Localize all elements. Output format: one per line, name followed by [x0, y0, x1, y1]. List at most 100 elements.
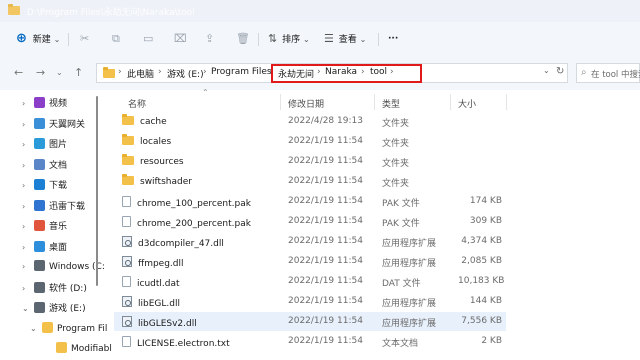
address-history-chevron-icon[interactable]: ⌄ [543, 66, 550, 75]
copy-icon: ⧉ [112, 32, 120, 45]
delete-button[interactable]: 🗑 [236, 30, 250, 48]
file-row[interactable]: locales 2022/1/19 11:54 文件夹 [114, 132, 506, 151]
file-date: 2022/1/19 11:54 [288, 216, 363, 226]
file-type: 应用程序扩展 [382, 259, 437, 269]
file-row[interactable]: icudtl.dat 2022/1/19 11:54 DAT 文件 10,183 KB [114, 272, 506, 291]
sidebar-item[interactable]: › 下载 [22, 178, 67, 194]
search-box[interactable]: ⌕ 在 tool 中搜索 [576, 63, 640, 83]
file-name: locales [140, 137, 172, 147]
breadcrumb-drive-e[interactable]: 游戏 (E:) [167, 67, 204, 80]
file-name: resources [140, 157, 184, 167]
sidebar-item[interactable]: › 软件 (D:) [22, 281, 87, 297]
column-header-name[interactable]: 名称 [128, 97, 146, 110]
column-header-date[interactable]: 修改日期 [288, 97, 324, 110]
sidebar-item[interactable]: › 音乐 [22, 219, 67, 235]
sidebar-item-label: 迅雷下载 [49, 201, 86, 212]
file-size: 2,085 KB [461, 256, 502, 266]
paste-button[interactable]: ▭ [143, 30, 153, 48]
file-row[interactable]: d3dcompiler_47.dll 2022/1/19 11:54 应用程序扩展 4… [114, 232, 506, 251]
file-size: 174 KB [469, 196, 502, 206]
sidebar-item-label: 软件 (D:) [49, 283, 87, 294]
collapse-chevron-icon[interactable]: › [22, 262, 34, 271]
file-row[interactable]: LICENSE.electron.txt 2022/1/19 11:54 文本文档 2… [114, 332, 506, 351]
more-options-button[interactable]: ··· [388, 30, 398, 48]
collapse-chevron-icon[interactable]: › [22, 284, 34, 293]
sidebar-item[interactable]: ⌄ 游戏 (E:) [22, 301, 86, 317]
share-button[interactable]: ⇪ [205, 30, 214, 48]
collapse-chevron-icon[interactable]: › [22, 222, 34, 231]
music-icon [34, 220, 45, 231]
column-divider[interactable] [374, 94, 375, 110]
file-name-cell: locales [122, 134, 172, 147]
file-size: 2 KB [481, 336, 502, 346]
file-type: 文件夹 [382, 139, 410, 149]
sidebar-item[interactable]: › 天翼网关 [22, 117, 85, 133]
expand-chevron-icon[interactable]: ⌄ [30, 324, 42, 333]
view-button[interactable]: ☰ 查看 ⌄ [324, 30, 366, 48]
file-date: 2022/1/19 11:54 [288, 236, 363, 246]
folder-icon [122, 134, 134, 145]
file-icon [122, 216, 131, 227]
collapse-chevron-icon[interactable]: › [22, 243, 34, 252]
file-row[interactable]: resources 2022/1/19 11:54 文件夹 [114, 152, 506, 171]
sidebar-item-label: 文档 [49, 160, 68, 171]
expand-chevron-icon[interactable]: ⌄ [22, 304, 34, 313]
recent-locations-chevron-icon[interactable]: ⌄ [56, 68, 63, 77]
breadcrumb-program-files[interactable]: Program Files [211, 67, 272, 77]
search-icon: ⌕ [581, 67, 587, 78]
up-arrow-icon[interactable]: ↑ [74, 66, 83, 79]
file-type: 应用程序扩展 [382, 299, 437, 309]
collapse-chevron-icon[interactable]: › [22, 181, 34, 190]
file-row[interactable]: chrome_200_percent.pak 2022/1/19 11:54 PAK… [114, 212, 506, 231]
forward-arrow-icon[interactable]: → [36, 66, 45, 79]
pictures-icon [34, 138, 45, 149]
rename-button[interactable]: ⌧ [174, 30, 187, 48]
sort-button[interactable]: ⇅ 排序 ⌄ [268, 30, 310, 48]
sidebar-item[interactable]: ⌄ Program Fil [30, 321, 107, 338]
navigation-pane: › 视频 › 天翼网关 › 图片 › 文档 › 下载 › 迅雷下载 › 音乐 › 桌面 › Windows (C:… [0, 90, 112, 360]
folder-icon [42, 321, 53, 333]
refresh-icon[interactable]: ↻ [556, 66, 564, 77]
file-row[interactable]: ffmpeg.dll 2022/1/19 11:54 应用程序扩展 2,085 KB [114, 252, 506, 271]
file-row[interactable]: cache 2022/4/28 19:13 文件夹 [114, 112, 506, 131]
column-divider[interactable] [506, 94, 507, 110]
sidebar-item[interactable]: › 图片 [22, 137, 67, 153]
column-divider[interactable] [450, 94, 451, 110]
xunlei-icon [34, 199, 45, 211]
sidebar-item[interactable]: Modifiabl [44, 342, 112, 358]
column-header-size[interactable]: 大小 [458, 97, 476, 110]
collapse-chevron-icon[interactable]: › [22, 202, 34, 211]
file-row[interactable]: chrome_100_percent.pak 2022/1/19 11:54 PAK… [114, 192, 506, 211]
sidebar-item[interactable]: › 文档 [22, 158, 67, 174]
file-size: 10,183 KB [458, 276, 505, 286]
back-arrow-icon[interactable]: ← [14, 66, 23, 79]
file-date: 2022/1/19 11:54 [288, 156, 363, 166]
collapse-chevron-icon[interactable]: › [22, 161, 34, 170]
sidebar-item[interactable]: › 视频 [22, 96, 67, 112]
collapse-chevron-icon[interactable]: › [22, 99, 34, 108]
dll-file-icon [122, 296, 132, 307]
column-header-type[interactable]: 类型 [382, 97, 400, 110]
file-row[interactable]: libEGL.dll 2022/1/19 11:54 应用程序扩展 144 KB [114, 292, 506, 311]
breadcrumb-this-pc[interactable]: 此电脑 [127, 67, 154, 80]
sidebar-item[interactable]: › Windows (C: [22, 260, 105, 276]
column-divider[interactable] [280, 94, 281, 110]
file-name: LICENSE.electron.txt [137, 339, 230, 349]
file-name-cell: libGLESv2.dll [122, 316, 197, 329]
collapse-chevron-icon[interactable]: › [22, 140, 34, 149]
dll-file-icon [122, 316, 132, 327]
new-button[interactable]: ⊕ 新建 ⌄ [16, 30, 60, 48]
copy-button[interactable]: ⧉ [112, 30, 120, 48]
sidebar-item[interactable]: › 迅雷下载 [22, 199, 85, 215]
navigation-scrollbar[interactable] [96, 96, 98, 286]
sidebar-item[interactable]: › 桌面 [22, 240, 67, 256]
file-row[interactable]: libGLESv2.dll 2022/1/19 11:54 应用程序扩展 7,556 … [114, 312, 506, 331]
file-name-cell: swiftshader [122, 174, 192, 187]
column-header-row: ⌃ 名称 修改日期 类型 大小 [108, 88, 640, 114]
file-row[interactable]: swiftshader 2022/1/19 11:54 文件夹 [114, 172, 506, 191]
cut-button[interactable]: ✂ [80, 30, 89, 48]
collapse-chevron-icon[interactable]: › [22, 120, 34, 129]
cloud-gateway-icon [34, 117, 45, 129]
file-name-cell: libEGL.dll [122, 296, 180, 309]
file-name: swiftshader [140, 177, 192, 187]
